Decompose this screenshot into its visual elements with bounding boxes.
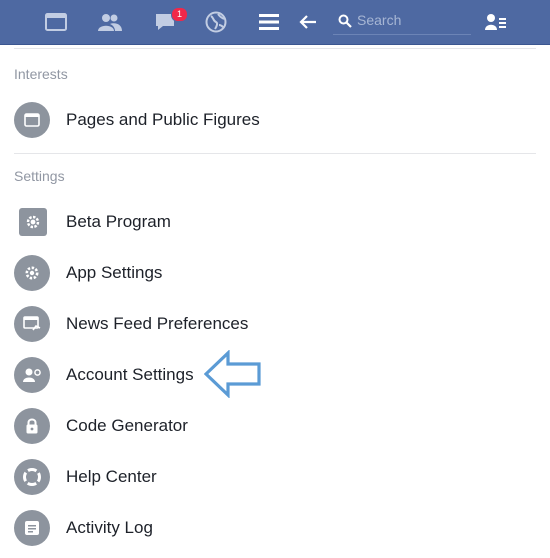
menu-item-label: News Feed Preferences: [66, 314, 249, 333]
menu-item-label: Pages and Public Figures: [66, 110, 260, 129]
menu-item-label: Code Generator: [66, 416, 188, 435]
top-navigation-bar: 1: [0, 0, 550, 45]
menu-item-app-settings[interactable]: App Settings: [0, 255, 550, 301]
section-header-interests: Interests: [14, 66, 68, 82]
message-count-badge: 1: [171, 7, 188, 22]
menu-item-label: Activity Log: [66, 518, 153, 537]
menu-icon[interactable]: [256, 0, 282, 44]
lock-icon: [14, 408, 50, 444]
menu-item-beta-program[interactable]: Beta Program: [0, 204, 550, 250]
menu-item-code-generator[interactable]: Code Generator: [0, 408, 550, 454]
friends-icon[interactable]: [94, 0, 126, 44]
divider: [14, 48, 536, 49]
search-input[interactable]: [357, 9, 467, 31]
activity-log-icon: [14, 510, 50, 546]
menu-item-activity-log[interactable]: Activity Log: [0, 510, 550, 556]
menu-item-account-settings[interactable]: Account Settings: [0, 357, 550, 403]
account-settings-icon: [14, 357, 50, 393]
menu-item-label: Beta Program: [66, 212, 171, 231]
friend-requests-icon[interactable]: [482, 0, 510, 44]
menu-item-label: Help Center: [66, 467, 157, 486]
beta-gear-icon: [19, 208, 47, 236]
messages-icon[interactable]: 1: [150, 0, 188, 44]
back-arrow-icon[interactable]: [296, 0, 320, 44]
search-icon: [338, 14, 352, 33]
divider: [14, 153, 536, 154]
globe-icon[interactable]: [202, 0, 230, 44]
gear-icon: [14, 255, 50, 291]
menu-item-pages-and-public-figures[interactable]: Pages and Public Figures: [0, 102, 550, 148]
menu-item-label: App Settings: [66, 263, 163, 282]
annotation-arrow-icon: [203, 349, 262, 403]
search-box[interactable]: [333, 6, 471, 35]
menu-item-help-center[interactable]: Help Center: [0, 459, 550, 505]
section-header-settings: Settings: [14, 168, 65, 184]
pages-icon: [14, 102, 50, 138]
news-feed-icon[interactable]: [40, 0, 72, 44]
menu-item-news-feed-preferences[interactable]: News Feed Preferences: [0, 306, 550, 352]
lifebuoy-icon: [14, 459, 50, 495]
news-feed-preferences-icon: [14, 306, 50, 342]
menu-item-label: Account Settings: [66, 365, 194, 384]
